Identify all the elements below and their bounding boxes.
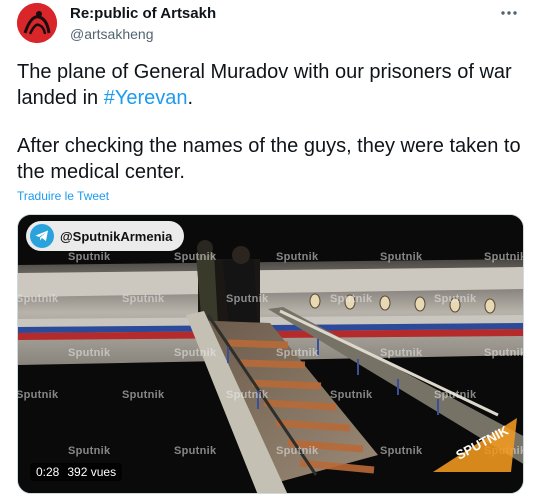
- watermark-text: Sputnik: [276, 445, 319, 457]
- watermark-text: Sputnik: [226, 389, 269, 401]
- watermark-text: Sputnik: [68, 251, 111, 263]
- watermark-text: Sputnik: [17, 389, 59, 401]
- watermark-text: Sputnik: [484, 347, 524, 359]
- tweet-author[interactable]: Re:public of Artsakh @artsakheng: [70, 5, 216, 43]
- video-duration: 0:28: [36, 465, 60, 479]
- watermark-text: Sputnik: [330, 293, 373, 305]
- tweet-text-part: The plane of General Muradov with our pr…: [17, 61, 512, 109]
- view-count: 392 vues: [67, 465, 117, 479]
- watermark-text: Sputnik: [122, 293, 165, 305]
- author-name[interactable]: Re:public of Artsakh: [70, 5, 216, 23]
- tweet-paragraph-1: The plane of General Muradov with our pr…: [17, 59, 527, 111]
- source-badge: @SputnikArmenia: [26, 221, 185, 251]
- watermark-text: Sputnik: [434, 293, 477, 305]
- watermark-text: Sputnik: [122, 389, 165, 401]
- watermark-text: Sputnik: [174, 445, 217, 457]
- tweet-text-part: .: [187, 87, 194, 109]
- watermark-text: Sputnik: [380, 445, 423, 457]
- more-options-button[interactable]: [496, 2, 522, 24]
- watermark-text: Sputnik: [484, 251, 524, 263]
- video-player[interactable]: Sputnik Sputnik Sputnik Sputnik Sputnik …: [17, 214, 524, 494]
- translate-tweet-link[interactable]: Traduire le Tweet: [17, 189, 109, 203]
- watermark-text: Sputnik: [68, 347, 111, 359]
- video-info: 0:28 392 vues: [30, 463, 123, 481]
- author-handle[interactable]: @artsakheng: [70, 25, 216, 43]
- watermark-text: Sputnik: [380, 251, 423, 263]
- artsakh-logo-icon: [17, 3, 57, 43]
- watermark-text: Sputnik: [276, 251, 319, 263]
- avatar[interactable]: [17, 3, 57, 43]
- watermark-text: Sputnik: [174, 251, 217, 263]
- watermark-text: Sputnik: [174, 347, 217, 359]
- watermark-text: Sputnik: [434, 389, 477, 401]
- watermark-text: Sputnik: [276, 347, 319, 359]
- hashtag-link[interactable]: #Yerevan: [104, 87, 188, 109]
- watermark-text: Sputnik: [380, 347, 423, 359]
- sputnik-logo: SPUTNIK: [421, 404, 521, 479]
- tweet-text: The plane of General Muradov with our pr…: [17, 59, 527, 185]
- watermark-text: Sputnik: [330, 389, 373, 401]
- watermark-text: Sputnik: [17, 293, 59, 305]
- tweet-paragraph-2: After checking the names of the guys, th…: [17, 135, 521, 183]
- watermark-text: Sputnik: [226, 293, 269, 305]
- telegram-icon: [30, 224, 54, 248]
- source-label: @SputnikArmenia: [60, 228, 173, 244]
- more-dots-icon: [501, 11, 517, 15]
- watermark-text: Sputnik: [68, 445, 111, 457]
